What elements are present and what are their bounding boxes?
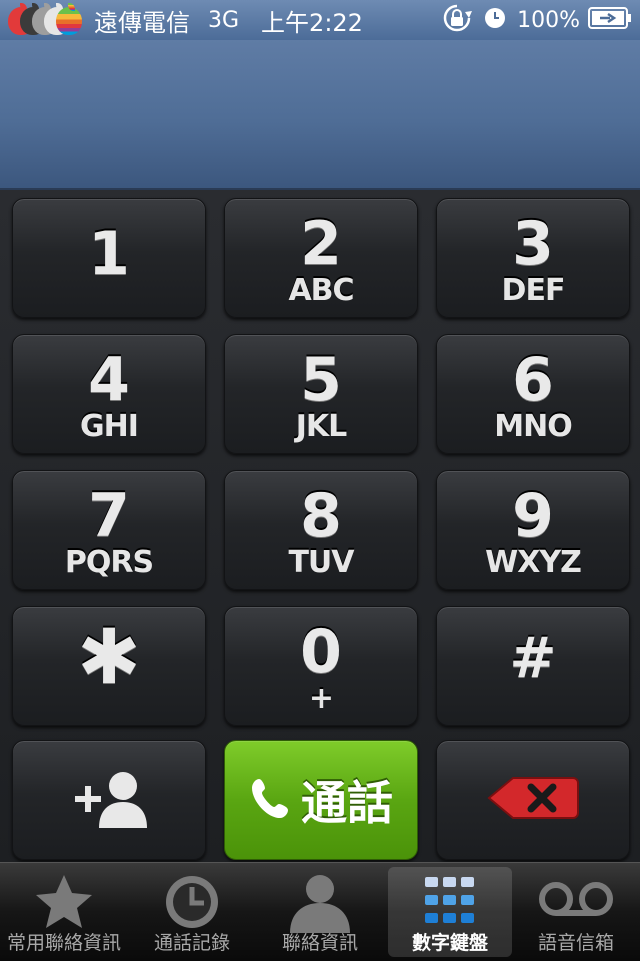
tab-label: 數字鍵盤 — [411, 932, 488, 954]
keypad-icon — [423, 873, 477, 931]
key-8[interactable]: 8 TUV — [224, 470, 418, 590]
phone-handset-icon — [249, 775, 295, 825]
key-letters: MNO — [494, 409, 572, 444]
key-letters: ABC — [288, 273, 354, 308]
battery-percentage: 100% — [517, 7, 580, 33]
tab-label: 聯絡資訊 — [281, 932, 358, 954]
key-digit: 0 — [300, 617, 342, 687]
key-digit: 4 — [88, 345, 130, 415]
key-5[interactable]: 5 JKL — [224, 334, 418, 454]
key-digit: # — [509, 626, 557, 691]
apple-logos-icon — [8, 3, 88, 37]
key-0[interactable]: 0 + — [224, 606, 418, 726]
tab-label: 通話記錄 — [153, 932, 230, 954]
key-letters: PQRS — [64, 545, 154, 580]
key-letters: JKL — [295, 409, 348, 444]
tab-bar: 常用聯絡資訊 通話記錄 聯絡資訊 數字鍵盤 語音信箱 — [0, 862, 640, 961]
key-3[interactable]: 3 DEF — [436, 198, 630, 318]
carrier-name: 遠傳電信 — [94, 8, 190, 37]
key-letters: DEF — [501, 273, 566, 308]
number-display-area — [0, 40, 640, 190]
key-digit: 1 — [88, 219, 130, 289]
star-icon — [34, 873, 94, 933]
key-letters: TUV — [288, 545, 354, 580]
key-1[interactable]: 1 — [12, 198, 206, 318]
tab-contacts[interactable]: 聯絡資訊 — [258, 867, 382, 957]
key-9[interactable]: 9 WXYZ — [436, 470, 630, 590]
dial-keypad: 1 2 ABC 3 DEF 4 GHI 5 JKL 6 MNO 7 PQRS 8… — [0, 190, 640, 862]
tab-keypad[interactable]: 數字鍵盤 — [388, 867, 512, 957]
key-hash[interactable]: # — [436, 606, 630, 726]
tab-label: 常用聯絡資訊 — [6, 932, 121, 954]
key-digit: ✱ — [77, 612, 141, 701]
key-6[interactable]: 6 MNO — [436, 334, 630, 454]
key-digit: 7 — [88, 481, 130, 551]
tab-label: 語音信箱 — [537, 932, 614, 954]
key-star[interactable]: ✱ — [12, 606, 206, 726]
tab-favorites[interactable]: 常用聯絡資訊 — [2, 867, 126, 957]
key-digit: 3 — [512, 209, 554, 279]
key-digit: 2 — [300, 209, 342, 279]
key-4[interactable]: 4 GHI — [12, 334, 206, 454]
battery-charging-icon — [588, 6, 632, 34]
network-type: 3G — [208, 7, 240, 33]
delete-button[interactable] — [436, 740, 630, 860]
call-button[interactable]: 通話 — [224, 740, 418, 860]
add-contact-button[interactable] — [12, 740, 206, 860]
tab-recents[interactable]: 通話記錄 — [130, 867, 254, 957]
key-letters: WXYZ — [485, 545, 582, 580]
key-letters: + — [308, 681, 334, 716]
clock-icon — [162, 873, 222, 935]
key-digit: 6 — [512, 345, 554, 415]
key-digit: 5 — [300, 345, 342, 415]
alarm-clock-icon — [483, 6, 507, 34]
key-7[interactable]: 7 PQRS — [12, 470, 206, 590]
key-2[interactable]: 2 ABC — [224, 198, 418, 318]
add-contact-icon — [67, 766, 151, 834]
tab-voicemail[interactable]: 語音信箱 — [514, 867, 638, 957]
status-bar: 遠傳電信 3G 上午2:22 100% — [0, 0, 640, 40]
rotation-lock-icon — [441, 2, 473, 38]
voicemail-icon — [538, 881, 614, 925]
clock-time: 上午2:22 — [261, 8, 363, 37]
call-label: 通話 — [301, 776, 393, 830]
key-letters: GHI — [80, 409, 139, 444]
key-digit: 8 — [300, 481, 342, 551]
backspace-icon — [487, 775, 579, 825]
key-digit: 9 — [512, 481, 554, 551]
